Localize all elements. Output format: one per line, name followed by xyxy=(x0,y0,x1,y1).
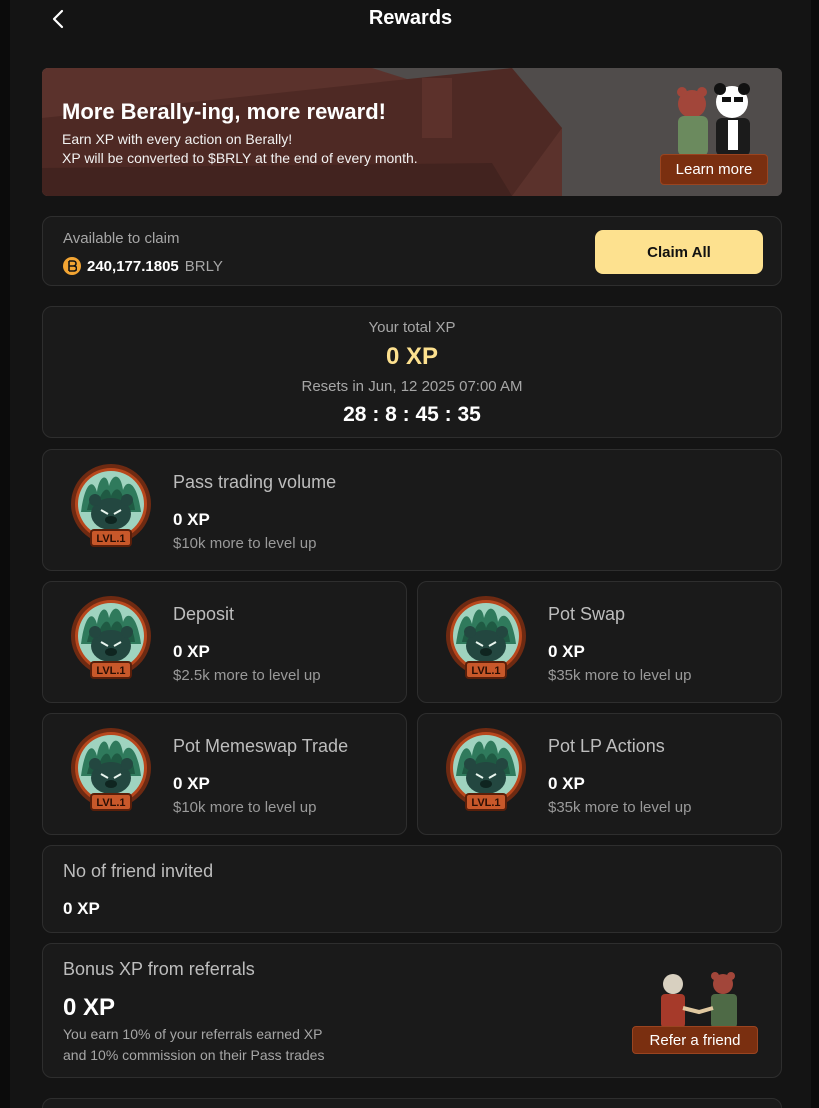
banner-title: More Berally-ing, more reward! xyxy=(62,99,386,124)
banner-line-2: XP will be converted to $BRLY at the end… xyxy=(62,150,418,166)
task-xp: 0 XP xyxy=(548,774,585,793)
total-xp-label: Your total XP xyxy=(368,319,456,336)
bonus-line-2: and 10% commission on their Pass trades xyxy=(63,1047,325,1063)
window-edge xyxy=(811,0,819,1108)
badge-level-text: LVL.1 xyxy=(471,665,500,677)
badge-level-text: LVL.1 xyxy=(96,797,125,809)
reset-countdown: 28 : 8 : 45 : 35 xyxy=(343,403,481,426)
task-sub: $10k more to level up xyxy=(173,799,317,816)
next-card-partial xyxy=(42,1098,782,1108)
claim-amount-row: 240,177.1805 BRLY xyxy=(63,257,223,275)
task-sub: $2.5k more to level up xyxy=(173,667,321,684)
task-title: Deposit xyxy=(173,604,235,624)
friends-title: No of friend invited xyxy=(63,861,214,881)
total-xp-card: Your total XP 0 XP Resets in Jun, 12 202… xyxy=(42,306,782,438)
bear-panda-illustration xyxy=(677,83,750,156)
reset-date: Resets in Jun, 12 2025 07:00 AM xyxy=(301,378,523,395)
header: Rewards xyxy=(10,0,811,40)
handshake-illustration xyxy=(661,972,737,1028)
badge-level-text: LVL.1 xyxy=(96,533,125,545)
refer-friend-button[interactable]: Refer a friend xyxy=(632,1026,758,1054)
page-title: Rewards xyxy=(368,7,453,29)
badge-level-text: LVL.1 xyxy=(471,797,500,809)
task-sub: $10k more to level up xyxy=(173,535,317,552)
friends-invited-card: No of friend invited 0 XP xyxy=(42,845,782,933)
task-title: Pot LP Actions xyxy=(548,736,665,756)
promo-banner: More Berally-ing, more reward! Earn XP w… xyxy=(42,68,782,196)
claim-unit: BRLY xyxy=(184,257,223,275)
claim-label: Available to claim xyxy=(63,230,180,247)
task-xp: 0 XP xyxy=(173,642,210,661)
task-card-pot-memeswap[interactable]: LVL.1 Pot Memeswap Trade 0 XP $10k more … xyxy=(42,713,407,835)
claim-amount: 240,177.1805 xyxy=(87,257,179,275)
bonus-title: Bonus XP from referrals xyxy=(63,959,255,979)
brly-coin-icon xyxy=(63,257,81,275)
level-badge-icon: LVL.1 xyxy=(67,594,155,686)
level-badge-icon: LVL.1 xyxy=(442,726,530,818)
app-frame: Rewards More Berally-ing, more reward! E… xyxy=(10,0,811,1108)
learn-more-button[interactable]: Learn more xyxy=(660,154,768,185)
task-xp: 0 XP xyxy=(173,510,210,529)
claim-card: Available to claim 240,177.1805 BRLY Cla… xyxy=(42,216,782,286)
task-card-pot-swap[interactable]: LVL.1 Pot Swap 0 XP $35k more to level u… xyxy=(417,581,782,703)
bonus-referrals-card: Bonus XP from referrals 0 XP You earn 10… xyxy=(42,943,782,1078)
friends-xp: 0 XP xyxy=(63,899,100,918)
task-card-deposit[interactable]: LVL.1 Deposit 0 XP $2.5k more to level u… xyxy=(42,581,407,703)
level-badge-icon: LVL.1 xyxy=(442,594,530,686)
task-title: Pot Memeswap Trade xyxy=(173,736,349,756)
level-badge-icon: LVL.1 xyxy=(67,462,155,554)
task-xp: 0 XP xyxy=(548,642,585,661)
banner-line-1: Earn XP with every action on Berally! xyxy=(62,131,293,147)
task-xp: 0 XP xyxy=(173,774,210,793)
total-xp-value: 0 XP xyxy=(385,343,439,370)
task-sub: $35k more to level up xyxy=(548,799,692,816)
level-badge-icon: LVL.1 xyxy=(67,726,155,818)
bonus-xp: 0 XP xyxy=(63,994,116,1021)
bonus-line-1: You earn 10% of your referrals earned XP xyxy=(63,1026,323,1042)
claim-all-button[interactable]: Claim All xyxy=(595,230,763,274)
task-card-pot-lp[interactable]: LVL.1 Pot LP Actions 0 XP $35k more to l… xyxy=(417,713,782,835)
task-title: Pot Swap xyxy=(548,604,626,624)
task-title: Pass trading volume xyxy=(173,472,337,492)
badge-level-text: LVL.1 xyxy=(96,665,125,677)
task-sub: $35k more to level up xyxy=(548,667,692,684)
task-card-pass-trading[interactable]: LVL.1 Pass trading volume 0 XP $10k more… xyxy=(42,449,782,571)
